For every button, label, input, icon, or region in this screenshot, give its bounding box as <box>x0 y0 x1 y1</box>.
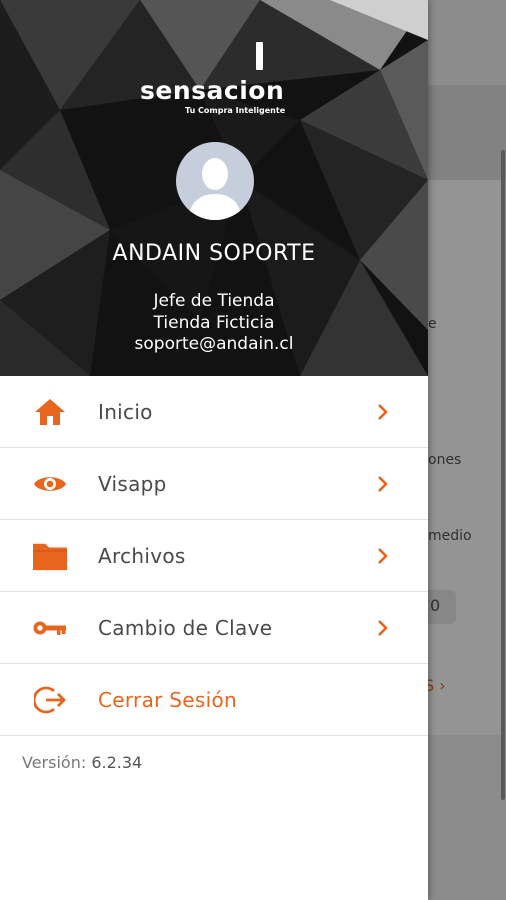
menu-item-cerrar-sesion[interactable]: Cerrar Sesión <box>0 664 428 736</box>
version-number: 6.2.34 <box>91 753 143 772</box>
menu-item-visapp[interactable]: Visapp <box>0 448 428 520</box>
menu-item-label: Visapp <box>98 471 167 496</box>
logo-mark <box>256 42 263 70</box>
chevron-right-icon <box>378 619 388 636</box>
menu-item-archivos[interactable]: Archivos <box>0 520 428 592</box>
menu-item-label: Cambio de Clave <box>98 615 273 640</box>
menu-item-label: Archivos <box>98 543 186 568</box>
drawer-menu: Inicio Visapp Archivos Cambio de Clave C… <box>0 376 428 736</box>
logo-tagline: Tu Compra Inteligente <box>185 106 286 115</box>
avatar <box>176 142 254 220</box>
menu-item-cambio-de-clave[interactable]: Cambio de Clave <box>0 592 428 664</box>
eye-icon <box>33 467 67 501</box>
version-info: Versión: 6.2.34 <box>22 753 142 772</box>
navigation-drawer: sensacion Tu Compra Inteligente ANDAIN S… <box>0 0 428 900</box>
version-label: Versión: <box>22 753 87 772</box>
menu-item-label: Cerrar Sesión <box>98 687 237 712</box>
drawer-header: sensacion Tu Compra Inteligente ANDAIN S… <box>0 0 428 376</box>
menu-item-label: Inicio <box>98 399 153 424</box>
sensacion-logo: sensacion Tu Compra Inteligente <box>140 40 290 120</box>
chevron-right-icon <box>378 403 388 420</box>
person-silhouette-icon <box>188 158 242 220</box>
folder-icon <box>33 539 67 573</box>
menu-item-inicio[interactable]: Inicio <box>0 376 428 448</box>
user-role: Jefe de Tienda <box>153 291 275 311</box>
user-email: soporte@andain.cl <box>134 334 294 354</box>
logout-icon <box>33 683 67 717</box>
home-icon <box>33 395 67 429</box>
logo-text: sensacion <box>140 76 285 105</box>
chevron-right-icon <box>378 475 388 492</box>
user-store: Tienda Ficticia <box>153 313 275 333</box>
user-name: ANDAIN SOPORTE <box>112 241 316 266</box>
key-icon <box>33 611 67 645</box>
chevron-right-icon <box>378 547 388 564</box>
